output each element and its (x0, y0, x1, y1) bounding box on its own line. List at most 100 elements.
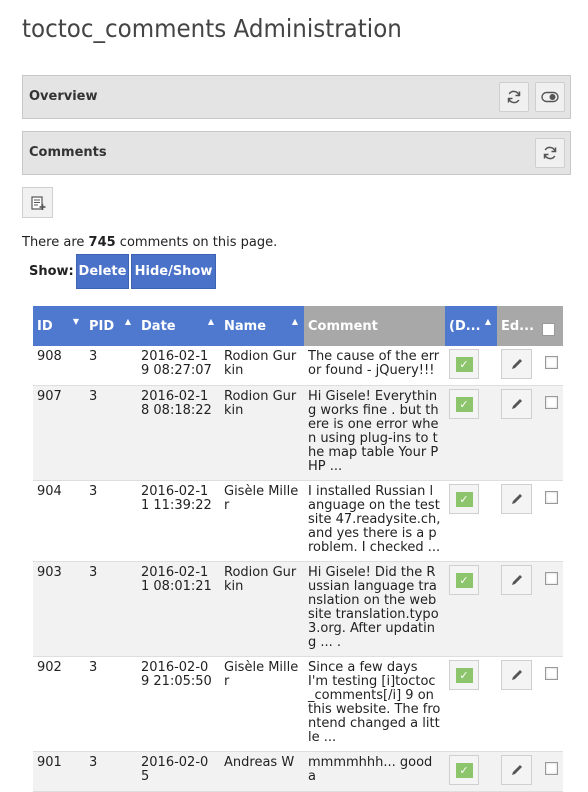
overview-refresh-button[interactable] (499, 82, 529, 112)
cell-approved: ✓ (445, 346, 497, 386)
cell-pid: 3 (85, 561, 137, 657)
page-title: toctoc_comments Administration (22, 14, 402, 43)
table-row: 908 3 2016-02-19 08:27:07 Rodion Gurkin The … (33, 346, 563, 386)
cell-edit (497, 751, 538, 792)
select-all-checkbox[interactable] (542, 322, 555, 336)
comments-title: Comments (29, 145, 107, 160)
table-header-row: ID ▼ PID ▲ Date ▲ Name ▲ Comment (D... ▲ Ed..… (33, 306, 563, 346)
approve-button[interactable]: ✓ (449, 389, 479, 419)
check-icon: ✓ (455, 762, 473, 778)
edit-button[interactable] (501, 755, 532, 785)
column-header-approved[interactable]: (D... ▲ (445, 306, 497, 346)
approve-button[interactable]: ✓ (449, 660, 479, 690)
table-row: 903 3 2016-02-11 08:01:21 Rodion Gurkin Hi G… (33, 561, 563, 657)
cell-date: 2016-02-11 11:39:22 (137, 480, 220, 562)
pencil-icon (511, 670, 522, 680)
approve-button[interactable]: ✓ (449, 349, 479, 379)
row-checkbox[interactable] (545, 762, 558, 775)
cell-id: 902 (33, 656, 85, 752)
cell-pid: 3 (85, 656, 137, 752)
cell-date: 2016-02-09 21:05:50 (137, 656, 220, 752)
cell-name: Rodion Gurkin (220, 346, 304, 386)
row-checkbox[interactable] (545, 356, 558, 369)
hide-show-button[interactable]: Hide/Show (131, 254, 216, 289)
cell-select (538, 561, 563, 657)
sort-asc-icon: ▲ (291, 317, 298, 326)
column-header-comment[interactable]: Comment (304, 306, 445, 346)
delete-button[interactable]: Delete (76, 254, 129, 289)
table-row: 907 3 2016-02-18 08:18:22 Rodion Gurkin Hi G… (33, 385, 563, 481)
row-checkbox[interactable] (545, 572, 558, 585)
cell-edit (497, 656, 538, 752)
pencil-icon (511, 494, 522, 504)
cell-select (538, 385, 563, 481)
show-label: Show: (29, 264, 74, 279)
pencil-icon (511, 765, 522, 775)
cell-edit (497, 346, 538, 386)
check-icon: ✓ (455, 491, 473, 507)
check-icon: ✓ (455, 396, 473, 412)
refresh-icon (507, 90, 521, 104)
cell-name: Rodion Gurkin (220, 385, 304, 481)
edit-button[interactable] (501, 565, 532, 595)
table-row: 901 3 2016-02-05 Andreas Wmmmmhhh... good a… (33, 751, 563, 792)
cell-id: 908 (33, 346, 85, 386)
cell-date: 2016-02-11 08:01:21 (137, 561, 220, 657)
column-header-pid[interactable]: PID ▲ (85, 306, 137, 346)
comments-refresh-button[interactable] (535, 138, 565, 168)
count-suffix: comments on this page. (115, 235, 278, 250)
cell-approved: ✓ (445, 751, 497, 792)
edit-button[interactable] (501, 349, 532, 379)
new-record-button[interactable] (22, 187, 53, 218)
cell-id: 903 (33, 561, 85, 657)
edit-button[interactable] (501, 660, 532, 690)
overview-panel: Overview (22, 75, 571, 119)
approve-button[interactable]: ✓ (449, 565, 479, 595)
cell-pid: 3 (85, 751, 137, 792)
column-header-name[interactable]: Name ▲ (220, 306, 304, 346)
row-checkbox[interactable] (545, 491, 558, 504)
approve-button[interactable]: ✓ (449, 755, 479, 785)
cell-date: 2016-02-18 08:18:22 (137, 385, 220, 481)
column-header-id[interactable]: ID ▼ (33, 306, 85, 346)
cell-pid: 3 (85, 385, 137, 481)
sort-desc-icon: ▼ (72, 317, 79, 326)
refresh-icon (543, 146, 557, 160)
cell-comment: I installed Russian language on the test… (304, 480, 445, 562)
sort-asc-icon: ▲ (207, 317, 214, 326)
table-row: 904 3 2016-02-11 11:39:22 Gisèle Miller I in… (33, 480, 563, 562)
edit-button[interactable] (501, 484, 532, 514)
cell-name: Rodion Gurkin (220, 561, 304, 657)
row-checkbox[interactable] (545, 667, 558, 680)
check-icon: ✓ (455, 572, 473, 588)
cell-select (538, 346, 563, 386)
column-header-edit: Ed... (497, 306, 538, 346)
cell-comment: Since a few days I'm testing [i]toctoc_c… (304, 656, 445, 752)
toggle-icon (541, 91, 559, 103)
cell-select (538, 751, 563, 792)
cell-edit (497, 561, 538, 657)
sort-asc-icon: ▲ (484, 317, 491, 326)
comment-count: 745 (88, 235, 116, 250)
cell-date: 2016-02-19 08:27:07 (137, 346, 220, 386)
count-prefix: There are (22, 235, 89, 250)
cell-name: Gisèle Miller (220, 480, 304, 562)
row-checkbox[interactable] (545, 396, 558, 409)
cell-approved: ✓ (445, 561, 497, 657)
pencil-icon (511, 399, 522, 409)
comment-count-text: There are 745 comments on this page. (22, 235, 277, 250)
table-row: 902 3 2016-02-09 21:05:50 Gisèle Miller Sinc… (33, 656, 563, 752)
pencil-icon (511, 359, 522, 369)
column-header-select (538, 306, 563, 346)
cell-select (538, 480, 563, 562)
edit-button[interactable] (501, 389, 532, 419)
approve-button[interactable]: ✓ (449, 484, 479, 514)
column-header-date[interactable]: Date ▲ (137, 306, 220, 346)
check-icon: ✓ (455, 356, 473, 372)
cell-date: 2016-02-05 (137, 751, 220, 792)
cell-pid: 3 (85, 346, 137, 386)
overview-toggle-button[interactable] (535, 82, 565, 112)
comments-panel: Comments (22, 131, 571, 175)
cell-name: Andreas W (220, 751, 304, 792)
overview-title: Overview (29, 89, 98, 104)
